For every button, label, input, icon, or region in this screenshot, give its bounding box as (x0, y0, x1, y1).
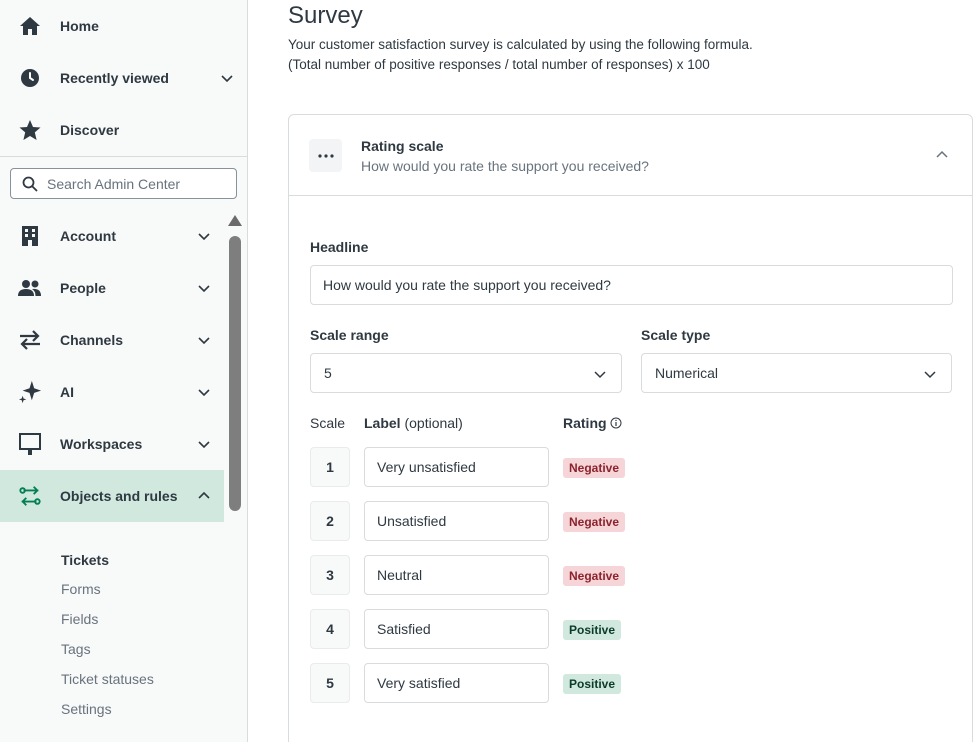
nav-objects-and-rules[interactable]: Objects and rules (0, 470, 224, 522)
star-icon (18, 118, 42, 142)
scale-label-input[interactable]: Unsatisfied (364, 501, 549, 541)
nav-workspaces-label: Workspaces (60, 436, 143, 452)
chevron-down-icon[interactable] (197, 229, 211, 243)
scrollbar-thumb[interactable] (229, 236, 241, 511)
sidebar: Home Recently viewed Discover Account Pe… (0, 0, 248, 742)
description-line-1: Your customer satisfaction survey is cal… (288, 37, 753, 52)
chevron-up-icon[interactable] (935, 148, 949, 162)
scale-number: 1 (310, 447, 350, 487)
sub-item-settings[interactable]: Settings (61, 701, 112, 717)
card-header[interactable]: Rating scale How would you rate the supp… (289, 115, 972, 196)
home-icon (18, 14, 42, 38)
chevron-up-icon[interactable] (197, 489, 211, 503)
scale-range-value: 5 (324, 365, 332, 381)
chevron-down-icon[interactable] (197, 281, 211, 295)
nav-home-label: Home (60, 18, 99, 34)
arrows-icon (18, 328, 42, 352)
nav-objects-and-rules-label: Objects and rules (60, 488, 178, 504)
scale-range-select[interactable]: 5 (310, 353, 622, 393)
nav-people[interactable]: People (0, 262, 224, 314)
sub-item-fields[interactable]: Fields (61, 611, 98, 627)
chevron-down-icon[interactable] (220, 71, 234, 85)
chevron-down-icon[interactable] (197, 385, 211, 399)
nav-ai-label: AI (60, 384, 74, 400)
rating-badge: Negative (563, 458, 626, 478)
nav-recently-viewed-label: Recently viewed (60, 70, 169, 86)
scale-label-input[interactable]: Neutral (364, 555, 549, 595)
rating-badge: Positive (563, 620, 622, 640)
sub-item-forms[interactable]: Forms (61, 581, 101, 597)
sparkle-icon (18, 380, 42, 404)
nav-discover-label: Discover (60, 122, 120, 138)
sidebar-divider (0, 156, 248, 157)
headline-label: Headline (310, 239, 369, 255)
col-head-rating-text: Rating (563, 415, 607, 431)
search-box[interactable] (10, 168, 237, 199)
people-icon (18, 276, 42, 300)
more-icon (317, 153, 334, 158)
chevron-down-icon[interactable] (197, 437, 211, 451)
search-icon (22, 176, 38, 192)
description-line-2: (Total number of positive responses / to… (288, 57, 710, 72)
nav-channels[interactable]: Channels (0, 314, 224, 366)
col-head-label-text: Label (364, 415, 401, 431)
sub-item-tags[interactable]: Tags (61, 641, 91, 657)
building-icon (18, 224, 42, 248)
rating-badge: Positive (563, 674, 622, 694)
scale-number: 5 (310, 663, 350, 703)
clock-icon (18, 66, 42, 90)
scale-number: 4 (310, 609, 350, 649)
scale-label-input[interactable]: Very unsatisfied (364, 447, 549, 487)
scale-number: 3 (310, 555, 350, 595)
nav-workspaces[interactable]: Workspaces (0, 418, 224, 470)
search-input[interactable] (47, 175, 227, 192)
nav-discover[interactable]: Discover (0, 104, 248, 156)
card-subtitle: How would you rate the support you recei… (361, 158, 649, 174)
scale-type-value: Numerical (655, 365, 719, 381)
nav-account[interactable]: Account (0, 210, 224, 262)
col-head-label-optional: (optional) (404, 415, 463, 431)
nav-channels-label: Channels (60, 332, 124, 348)
nav-recently-viewed[interactable]: Recently viewed (0, 52, 248, 104)
scale-label-input[interactable]: Very satisfied (364, 663, 549, 703)
sub-item-ticket-statuses[interactable]: Ticket statuses (61, 671, 154, 687)
monitor-icon (18, 432, 42, 456)
scroll-up-arrow[interactable] (228, 215, 242, 226)
col-head-label: Label (optional) (364, 415, 463, 431)
col-head-rating: Rating (563, 415, 622, 431)
chevron-down-icon (924, 371, 936, 379)
info-icon[interactable] (610, 417, 622, 429)
more-options-button[interactable] (309, 139, 342, 172)
scale-range-label: Scale range (310, 327, 389, 343)
nav-ai[interactable]: AI (0, 366, 224, 418)
nav-people-label: People (60, 280, 106, 296)
scale-label-input[interactable]: Satisfied (364, 609, 549, 649)
nav-account-label: Account (60, 228, 116, 244)
scale-number: 2 (310, 501, 350, 541)
sub-item-tickets[interactable]: Tickets (61, 552, 109, 568)
col-head-scale: Scale (310, 415, 346, 431)
scale-type-select[interactable]: Numerical (641, 353, 952, 393)
objects-icon (18, 484, 42, 508)
rating-scale-card: Rating scale How would you rate the supp… (288, 114, 973, 742)
scale-type-label: Scale type (641, 327, 711, 343)
rating-badge: Negative (563, 512, 626, 532)
chevron-down-icon[interactable] (197, 333, 211, 347)
page-title: Survey (288, 2, 363, 29)
chevron-down-icon (594, 371, 606, 379)
nav-home[interactable]: Home (0, 0, 248, 52)
headline-input[interactable]: How would you rate the support you recei… (310, 265, 953, 305)
rating-badge: Negative (563, 566, 626, 586)
card-title: Rating scale (361, 138, 444, 154)
